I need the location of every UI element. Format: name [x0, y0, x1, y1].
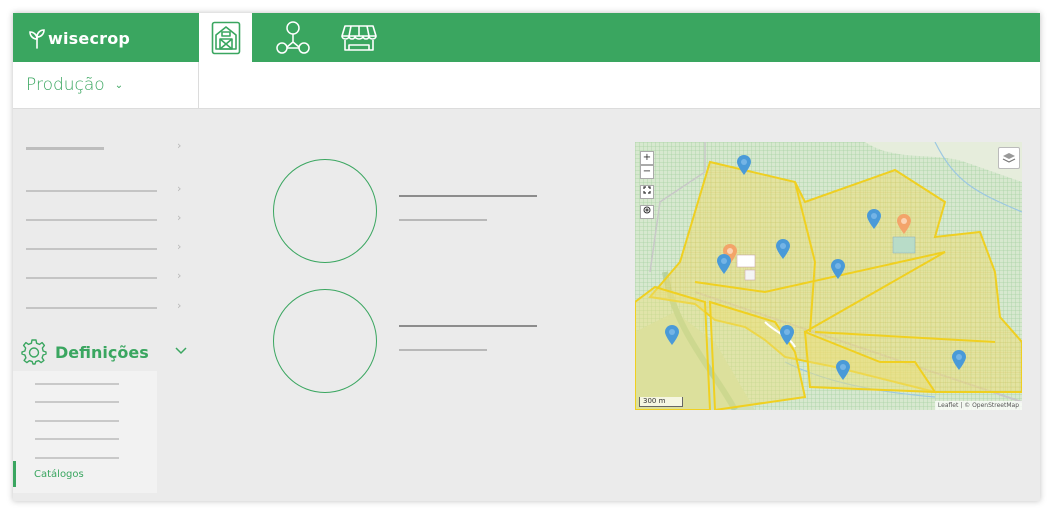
loading-placeholder	[399, 325, 537, 327]
chevron-down-icon: ⌄	[114, 79, 124, 91]
map-marker-icon[interactable]	[776, 239, 790, 259]
nav-tab-network[interactable]	[268, 13, 318, 62]
layers-button[interactable]	[998, 147, 1020, 169]
map-marker-icon[interactable]	[737, 155, 751, 175]
module-bar: Produção ⌄	[13, 62, 1040, 109]
chevron-right-icon: ›	[177, 240, 182, 253]
loading-placeholder	[399, 349, 487, 351]
app-frame: wisecrop Produção ⌄ › › › › › › Definiçõ…	[13, 13, 1040, 501]
fullscreen-icon	[643, 186, 651, 194]
loading-placeholder	[26, 219, 157, 221]
locate-button[interactable]	[640, 205, 654, 219]
network-nodes-icon	[276, 20, 310, 54]
map-marker-icon[interactable]	[665, 325, 679, 345]
chevron-right-icon: ›	[177, 269, 182, 282]
sidebar-item-placeholder[interactable]: ›	[13, 179, 199, 203]
brand-name: wisecrop	[48, 28, 131, 48]
settings-label: Definições	[55, 342, 149, 362]
loading-placeholder	[26, 190, 157, 192]
locate-icon	[643, 206, 651, 214]
chevron-down-icon[interactable]	[175, 347, 187, 355]
gear-icon	[21, 339, 47, 365]
nav-tab-farm[interactable]	[199, 13, 252, 62]
module-selector[interactable]: Produção ⌄	[13, 62, 199, 108]
loading-placeholder	[26, 277, 157, 279]
loading-placeholder	[26, 147, 104, 150]
zoom-in-button[interactable]: +	[640, 151, 654, 165]
chevron-right-icon: ›	[177, 139, 182, 152]
top-navigation-bar: wisecrop	[13, 13, 1040, 62]
fullscreen-button[interactable]	[640, 185, 654, 199]
map-scale: 300 m	[639, 397, 683, 407]
map-marker-icon[interactable]	[831, 259, 845, 279]
farm-barn-icon	[211, 21, 240, 54]
map-marker-orange-icon[interactable]	[897, 214, 911, 234]
map-marker-icon[interactable]	[717, 254, 731, 274]
map-attribution[interactable]: Leaflet | © OpenStreetMap	[934, 401, 1022, 410]
loading-placeholder-circle	[273, 289, 377, 393]
loading-placeholder	[35, 401, 119, 403]
farm-map[interactable]: + − 300 m Leaflet | © OpenStreetMap	[635, 142, 1022, 410]
sidebar-item-placeholder[interactable]: ›	[13, 136, 199, 160]
layers-icon	[1002, 153, 1016, 163]
sprout-logo-icon	[29, 29, 45, 49]
loading-placeholder	[35, 420, 119, 422]
loading-placeholder	[399, 219, 487, 221]
zoom-out-button[interactable]: −	[640, 165, 654, 179]
sidebar-item-placeholder[interactable]: ›	[13, 296, 199, 320]
chevron-right-icon: ›	[177, 299, 182, 312]
sidebar-item-placeholder[interactable]: ›	[13, 237, 199, 261]
map-marker-icon[interactable]	[836, 360, 850, 380]
map-marker-icon[interactable]	[867, 209, 881, 229]
loading-placeholder	[35, 383, 119, 385]
market-stall-icon	[341, 24, 377, 51]
map-marker-icon[interactable]	[780, 325, 794, 345]
sidebar-item-placeholder[interactable]: ›	[13, 208, 199, 232]
loading-placeholder	[26, 248, 157, 250]
sidebar-item-placeholder[interactable]: ›	[13, 266, 199, 290]
chevron-right-icon: ›	[177, 211, 182, 224]
loading-placeholder	[35, 457, 119, 459]
brand-logo[interactable]: wisecrop	[27, 25, 130, 51]
chevron-right-icon: ›	[177, 182, 182, 195]
loading-placeholder	[399, 195, 537, 197]
submenu-item-catalogs[interactable]: Catálogos	[13, 461, 157, 487]
sidebar: › › › › › › Definições Catálogos	[13, 109, 199, 501]
map-marker-icon[interactable]	[952, 350, 966, 370]
sidebar-item-settings[interactable]: Definições	[21, 337, 149, 367]
loading-placeholder-circle	[273, 159, 377, 263]
module-label: Produção	[26, 75, 105, 95]
nav-tab-market[interactable]	[333, 13, 385, 62]
loading-placeholder	[26, 307, 157, 309]
loading-placeholder	[35, 438, 119, 440]
